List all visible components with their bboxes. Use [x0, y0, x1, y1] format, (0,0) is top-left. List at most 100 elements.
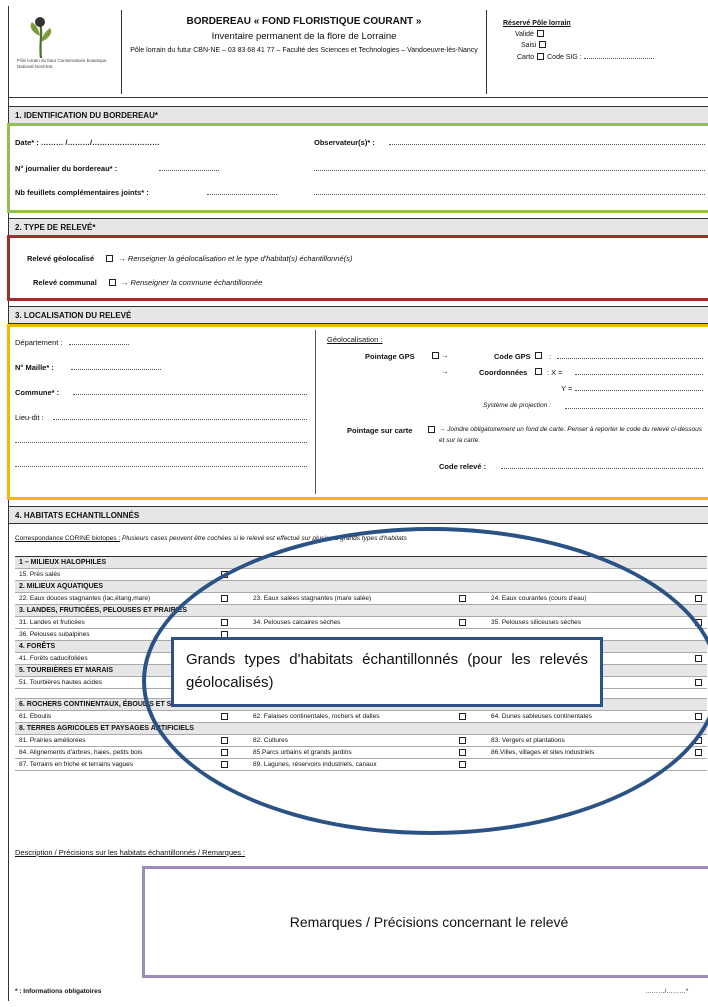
reserve-carto-label: Carto	[517, 54, 535, 61]
habitat-item-label: 61. Eboulis	[19, 713, 52, 720]
habitat-category-row: 2. MILIEUX AQUATIQUES	[15, 581, 707, 593]
coord-arrow: →	[441, 367, 449, 376]
lieudit-field-2[interactable]	[15, 435, 307, 443]
lieudit-field-3[interactable]	[15, 459, 307, 467]
habitat-item-label: 83. Vergers et plantations	[491, 737, 565, 744]
habitat-checkbox[interactable]	[695, 749, 702, 756]
habitat-checkbox[interactable]	[459, 737, 466, 744]
reserve-box: Réservé Pôle lorrain Validé Saisi Carto C…	[503, 18, 703, 63]
habitat-checkbox[interactable]	[459, 619, 466, 626]
releve-geo-label: Relevé géolocalisé	[27, 254, 95, 263]
page-number-field[interactable]: ………/………*	[645, 988, 688, 995]
habitat-item-row: 31. Landes et fruticées 34. Pelouses calc…	[15, 617, 707, 629]
habitat-item-label: 22. Eaux douces stagnantes (lac,étang,ma…	[19, 595, 151, 602]
habitat-item-label: 85.Parcs urbains et grands jardins	[253, 749, 352, 756]
sig-code-field[interactable]	[583, 51, 654, 59]
habitat-category-row: 3. LANDES, FRUTICÉES, PELOUSES ET PRAIRI…	[15, 605, 707, 617]
habitat-item-row: 81. Prairies améliorées 82. Cultures 83. V…	[15, 735, 707, 747]
y-field[interactable]	[575, 383, 703, 391]
releve-geo-checkbox[interactable]	[106, 255, 114, 262]
lieudit-field-1[interactable]	[53, 412, 307, 420]
habitat-checkbox[interactable]	[695, 737, 702, 744]
feuillets-label: Nb feuillets complémentaires joints* :	[15, 188, 149, 197]
x-field[interactable]	[575, 367, 703, 375]
habitat-checkbox[interactable]	[221, 571, 228, 578]
observateurs-field-1[interactable]	[389, 137, 705, 145]
releve-comm-row: Relevé communal → Renseigner la commune …	[33, 278, 262, 287]
projection-field[interactable]	[565, 401, 703, 409]
habitat-checkbox[interactable]	[459, 713, 466, 720]
habitat-checkbox[interactable]	[221, 749, 228, 756]
maille-field[interactable]	[71, 362, 161, 370]
carte-checkbox[interactable]	[428, 426, 435, 433]
habitat-checkbox[interactable]	[459, 749, 466, 756]
reserve-sig-label: Code SIG :	[547, 54, 582, 61]
releve-comm-checkbox[interactable]	[108, 279, 116, 286]
commune-field[interactable]	[73, 387, 307, 395]
habitat-checkbox[interactable]	[695, 619, 702, 626]
habitat-category-row: 8. TERRES AGRICOLES ET PAYSAGES ARTIFICI…	[15, 723, 707, 735]
observateurs-label: Observateur(s)* :	[314, 138, 375, 147]
departement-field[interactable]	[69, 337, 129, 345]
habitat-checkbox[interactable]	[695, 679, 702, 686]
carto-checkbox[interactable]	[537, 53, 545, 60]
saisi-checkbox[interactable]	[539, 41, 547, 48]
observateurs-field-2[interactable]	[314, 163, 705, 171]
form-page: Pôle lorrain du futur Conservatoire bota…	[7, 6, 708, 1001]
habitat-item-row: 61. Eboulis 62. Falaises continentales, r…	[15, 711, 707, 723]
habitat-item-label: 86.Villes, villages et sites industriels	[491, 749, 595, 756]
description-label: Description / Précisions sur les habitat…	[15, 848, 246, 857]
section-1-header: 1. IDENTIFICATION DU BORDEREAU*	[9, 106, 708, 124]
coordonnees-checkbox[interactable]	[535, 368, 542, 375]
institution-text: Pôle lorrain du futur CBN-NE – 03 83 68 …	[130, 47, 478, 54]
journalier-field[interactable]	[159, 163, 219, 171]
section-3-header: 3. LOCALISATION DU RELEVÉ	[9, 306, 708, 324]
habitat-checkbox[interactable]	[459, 761, 466, 768]
habitat-item-label: 81. Prairies améliorées	[19, 737, 86, 744]
habitat-checkbox[interactable]	[221, 761, 228, 768]
code-gps-checkbox[interactable]	[535, 352, 542, 359]
coordonnees-label: Coordonnées	[479, 368, 528, 377]
gps-checkbox[interactable]	[432, 352, 439, 359]
observateurs-field-3[interactable]	[314, 187, 705, 195]
habitat-category-label: 2. MILIEUX AQUATIQUES	[19, 583, 104, 590]
habitat-checkbox[interactable]	[695, 713, 702, 720]
habitat-checkbox[interactable]	[221, 737, 228, 744]
section-4-header: 4. HABITATS ECHANTILLONNÉS	[9, 506, 708, 524]
code-gps-field[interactable]	[557, 351, 703, 359]
code-gps-colon: :	[549, 352, 552, 361]
carte-label: Pointage sur carte	[347, 426, 413, 435]
releve-comm-text: → Renseigner la commune échantillonnée	[120, 278, 263, 287]
habitat-callout: Grands types d'habitats échantillonnés (…	[171, 637, 603, 707]
obligatoire-note: * : Informations obligatoires	[15, 988, 102, 995]
habitat-category-label: 3. LANDES, FRUTICÉES, PELOUSES ET PRAIRI…	[19, 607, 188, 614]
habitat-item-label: 62. Falaises continentales, rochers et d…	[253, 713, 380, 720]
projection-label: Système de projection :	[483, 402, 551, 409]
habitat-item-label: 51. Tourbières hautes acides	[19, 679, 102, 686]
y-label: Y =	[561, 384, 573, 393]
releve-geo-text: → Renseigner la géolocalisation et le ty…	[118, 254, 353, 263]
habitat-checkbox[interactable]	[221, 619, 228, 626]
habitat-checkbox[interactable]	[459, 595, 466, 602]
form-title: BORDEREAU « FOND FLORISTIQUE COURANT »	[186, 16, 422, 27]
habitat-item-label: 41. Forêts caducifoliées	[19, 655, 88, 662]
gps-label: Pointage GPS	[365, 352, 415, 361]
gps-arrow: →	[441, 351, 449, 360]
habitat-item-label: 23. Eaux salées stagnantes (mare salée)	[253, 595, 372, 602]
habitat-checkbox[interactable]	[695, 595, 702, 602]
feuillets-field[interactable]	[207, 187, 277, 195]
habitat-item-row: 22. Eaux douces stagnantes (lac,étang,ma…	[15, 593, 707, 605]
code-gps-label: Code GPS	[494, 352, 531, 361]
habitat-category-label: 5. TOURBIÈRES ET MARAIS	[19, 667, 113, 674]
code-releve-field[interactable]	[501, 461, 703, 469]
habitat-checkbox[interactable]	[695, 655, 702, 662]
maille-label: N° Maille* :	[15, 363, 54, 372]
form-header: Pôle lorrain du futur Conservatoire bota…	[9, 6, 708, 98]
valide-checkbox[interactable]	[536, 30, 544, 37]
remarks-box[interactable]: Remarques / Précisions concernant le rel…	[142, 866, 708, 978]
habitat-checkbox[interactable]	[221, 713, 228, 720]
reserve-saisi-label: Saisi	[521, 42, 537, 49]
date-field[interactable]: Date* : ……… /………/………………………	[15, 138, 160, 147]
habitat-checkbox[interactable]	[221, 595, 228, 602]
habitat-item-row: 84. Alignements d'arbres, haies, petits …	[15, 747, 707, 759]
